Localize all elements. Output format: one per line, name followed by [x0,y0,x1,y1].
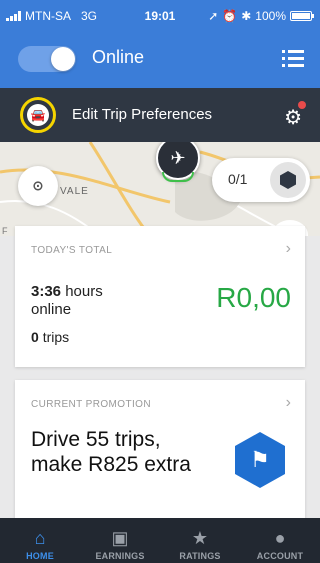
promotion-card[interactable]: CURRENT PROMOTION › Drive 55 trips, make… [15,380,305,520]
online-toggle[interactable] [18,46,76,72]
nav-ratings-label: RATINGS [179,551,221,561]
battery-fill [292,13,310,19]
todays-total-heading: TODAY'S TOTAL [31,245,113,256]
trips-count-line: 0 trips [31,329,69,345]
online-status-label: Online [92,47,145,67]
hours-value: 3:36 [31,283,62,300]
promotion-heading: CURRENT PROMOTION [31,399,151,410]
hours-suffix: online [31,301,72,318]
bottom-nav: ⌂ HOME ▣ EARNINGS ★ RATINGS ● ACCOUNT [0,518,320,563]
nav-ratings[interactable]: ★ RATINGS [160,518,240,563]
chevron-right-icon: › [285,394,291,411]
location-arrow-icon: ➚ [208,9,219,23]
chevron-right-icon: › [285,240,291,257]
promotion-text: Drive 55 trips, make R825 extra [31,428,191,476]
home-icon: ⌂ [34,528,46,548]
wallet-icon: ▣ [111,528,129,548]
nav-home-label: HOME [26,551,54,561]
location-pin-icon[interactable]: ⊙ [18,166,58,206]
person-icon: ● [274,528,286,548]
nav-account-label: ACCOUNT [256,551,304,561]
nav-home[interactable]: ⌂ HOME [0,518,80,563]
hours-unit: hours [65,283,103,300]
status-bar: MTN-SA 3G 19:01 ➚ ⏰ ✱ 100% [0,0,320,30]
app-header: Online [0,30,320,88]
car-icon: 🚘 [20,97,56,133]
trips-label: trips [42,329,70,345]
earnings-amount: R0,00 [216,282,291,313]
alarm-icon: ⏰ [222,9,238,23]
battery-icon [290,11,314,21]
trip-progress-count: 0/1 [228,171,248,187]
nav-earnings[interactable]: ▣ EARNINGS [80,518,160,563]
notification-dot [298,101,306,109]
star-icon: ★ [191,528,209,548]
gear-icon[interactable]: ⚙ [284,105,302,130]
status-icons: ➚ ⏰ ✱ 100% [208,9,314,23]
map-view[interactable]: ⊙ VALE F ✈ 0/1 [0,142,320,236]
map-edge-label: F [2,226,8,236]
nav-earnings-label: EARNINGS [95,551,145,561]
flag-icon: ⚑ [235,432,285,488]
bluetooth-icon: ✱ [241,9,252,23]
trips-count: 0 [31,329,39,345]
todays-total-card[interactable]: TODAY'S TOTAL › 3:36 hours online R0,00 … [15,226,305,367]
trip-progress-pill[interactable]: 0/1 [212,158,310,202]
flag-badge-icon [270,162,306,198]
list-menu-icon[interactable] [282,50,304,68]
hours-online: 3:36 hours online [31,283,103,319]
trip-preferences-label: Edit Trip Preferences [72,106,213,123]
nav-account[interactable]: ● ACCOUNT [240,518,320,563]
trip-preferences-bar[interactable]: 🚘 Edit Trip Preferences ⚙ [0,88,320,142]
toggle-knob [51,47,75,71]
map-area-label: VALE [60,186,89,197]
pin-marker-ring [162,172,194,182]
battery-percent: 100% [255,9,286,23]
